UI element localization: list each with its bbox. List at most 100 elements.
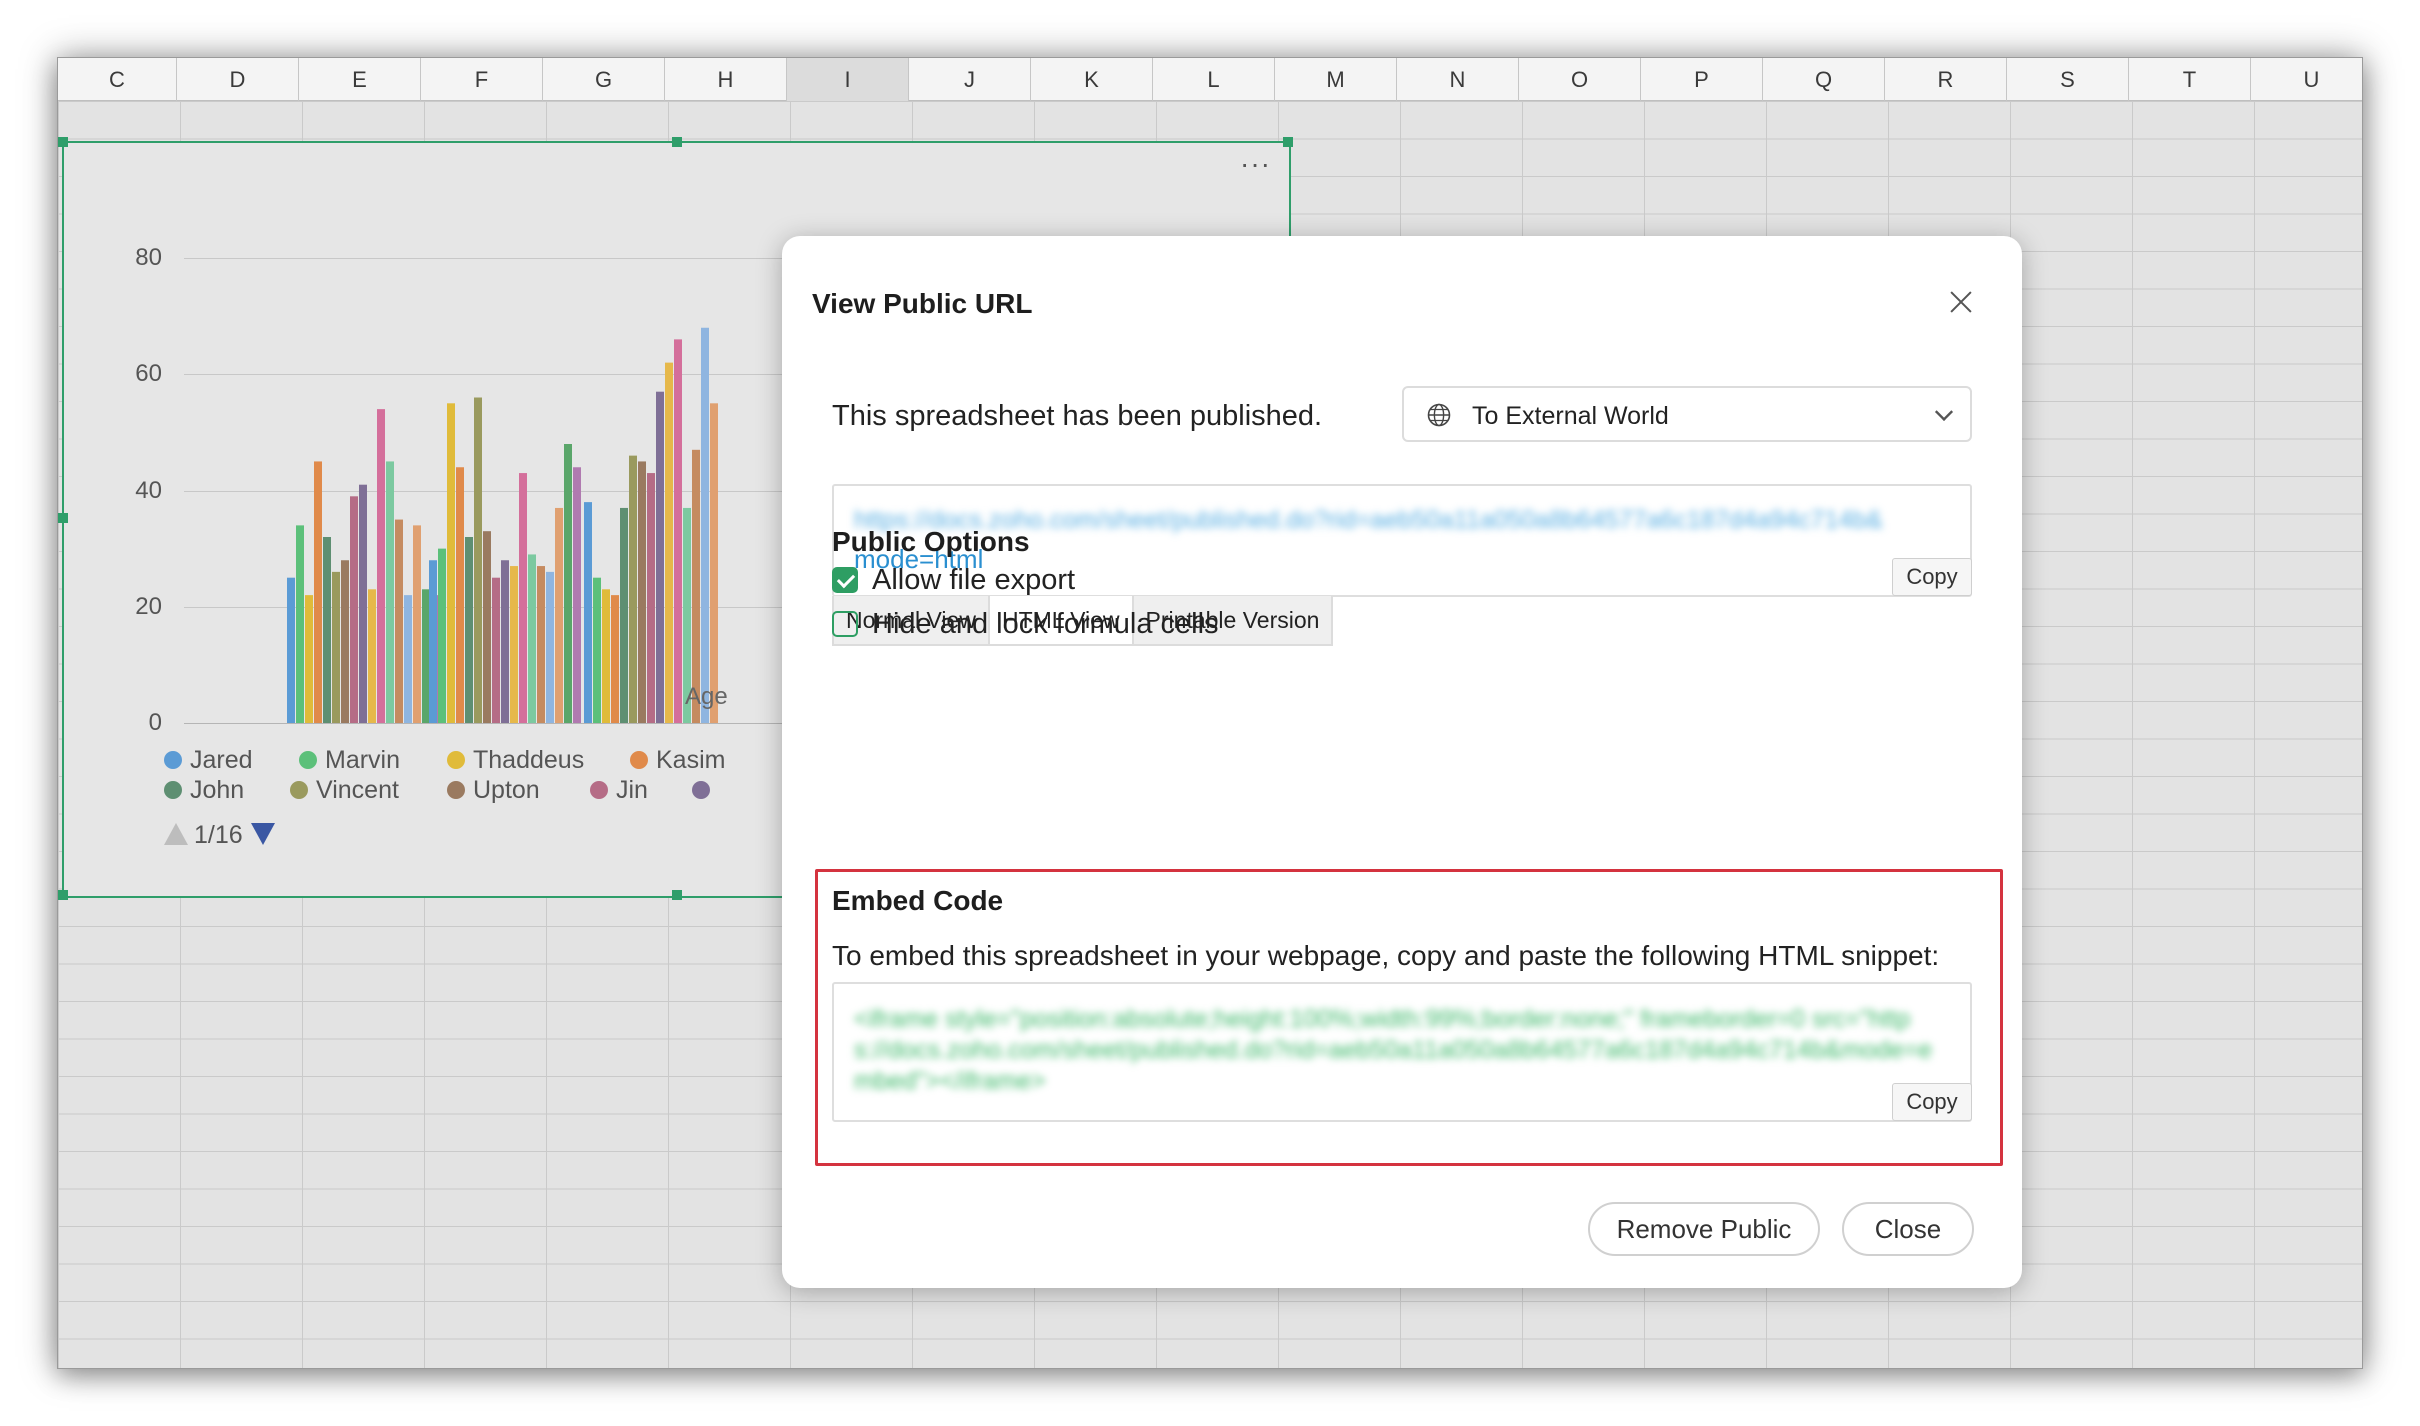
column-header-c[interactable]: C <box>58 58 177 101</box>
bar <box>305 595 313 723</box>
legend-label: Jared <box>190 746 253 774</box>
allow-export-checkbox[interactable] <box>832 567 858 593</box>
bar <box>510 566 518 723</box>
column-header-i[interactable]: I <box>787 58 909 101</box>
legend-label: Jin <box>616 776 648 804</box>
bar <box>386 461 394 723</box>
next-page-icon[interactable] <box>250 823 275 845</box>
bar <box>429 560 437 723</box>
legend-label: Thaddeus <box>473 746 585 774</box>
legend-swatch <box>630 751 648 769</box>
bar <box>584 502 592 723</box>
legend-label: Marvin <box>325 746 401 774</box>
allow-file-export-option[interactable]: Allow file export <box>832 562 1075 598</box>
bar <box>474 397 482 723</box>
hide-formula-label: Hide and lock formula cells <box>872 607 1219 640</box>
bar <box>296 525 304 723</box>
embed-code-blurred: <iframe style="position:absolute;height:… <box>854 1005 1933 1095</box>
close-icon[interactable] <box>1945 286 1977 318</box>
legend-item[interactable] <box>692 776 718 805</box>
hide-formula-option[interactable]: Hide and lock formula cells <box>832 606 1219 642</box>
pager-text: 1/16 <box>194 821 243 849</box>
bar <box>665 362 673 723</box>
published-status-text: This spreadsheet has been published. <box>832 400 1323 432</box>
copy-url-button[interactable]: Copy <box>1892 558 1972 596</box>
column-header-s[interactable]: S <box>2007 58 2129 101</box>
bar <box>377 409 385 723</box>
bar <box>647 473 655 723</box>
bar <box>341 560 349 723</box>
bar <box>501 560 509 723</box>
legend-item[interactable]: Upton <box>447 776 540 805</box>
bar <box>413 525 421 723</box>
bar <box>528 554 536 723</box>
bar <box>465 537 473 723</box>
bar <box>573 467 581 723</box>
column-header-u[interactable]: U <box>2251 58 2362 101</box>
bar <box>537 566 545 723</box>
bar <box>611 595 619 723</box>
previous-page-icon[interactable] <box>164 823 188 845</box>
legend-item[interactable]: Kasim <box>630 746 725 775</box>
column-header-k[interactable]: K <box>1031 58 1153 101</box>
bar <box>656 391 664 723</box>
bar <box>492 577 500 723</box>
embed-code-title: Embed Code <box>832 885 1004 916</box>
column-header-o[interactable]: O <box>1519 58 1641 101</box>
legend-swatch <box>164 751 182 769</box>
bar <box>564 444 572 723</box>
column-header-q[interactable]: Q <box>1763 58 1885 101</box>
column-header-j[interactable]: J <box>909 58 1031 101</box>
bar <box>395 519 403 723</box>
column-header-l[interactable]: L <box>1153 58 1275 101</box>
legend-item[interactable]: John <box>164 776 244 805</box>
legend-item[interactable]: Jared <box>164 746 253 775</box>
bar <box>602 589 610 723</box>
column-header-p[interactable]: P <box>1641 58 1763 101</box>
close-button[interactable]: Close <box>1842 1202 1974 1256</box>
legend-swatch <box>299 751 317 769</box>
copy-embed-button[interactable]: Copy <box>1892 1083 1972 1121</box>
legend-pager: 1/16 <box>164 821 275 850</box>
column-header-e[interactable]: E <box>299 58 421 101</box>
legend-item[interactable]: Vincent <box>290 776 399 805</box>
bar <box>546 571 554 723</box>
column-header-r[interactable]: R <box>1885 58 2007 101</box>
column-header-d[interactable]: D <box>177 58 299 101</box>
bar <box>701 327 709 723</box>
bar <box>314 461 322 723</box>
embed-description: To embed this spreadsheet in your webpag… <box>832 940 1940 971</box>
column-header-t[interactable]: T <box>2129 58 2251 101</box>
legend-item[interactable]: Jin <box>590 776 648 805</box>
column-header-f[interactable]: F <box>421 58 543 101</box>
visibility-dropdown[interactable]: To External World <box>1402 386 1972 442</box>
bar <box>287 577 295 723</box>
dialog-title: View Public URL <box>812 288 1033 319</box>
legend-swatch <box>692 781 710 799</box>
bar <box>438 548 446 723</box>
column-header-m[interactable]: M <box>1275 58 1397 101</box>
column-header-n[interactable]: N <box>1397 58 1519 101</box>
legend-swatch <box>164 781 182 799</box>
bar <box>593 577 601 723</box>
legend-item[interactable]: Marvin <box>299 746 400 775</box>
embed-code-field[interactable]: <iframe style="position:absolute;height:… <box>832 982 1972 1122</box>
legend-swatch <box>447 751 465 769</box>
bar <box>710 403 718 723</box>
legend-label: Kasim <box>656 746 726 774</box>
bar <box>519 473 527 723</box>
bar <box>332 571 340 723</box>
column-header-row: CDEFGHIJKLMNOPQRSTU <box>58 58 2362 101</box>
bar <box>447 403 455 723</box>
hide-formula-checkbox[interactable] <box>832 611 858 637</box>
column-header-g[interactable]: G <box>543 58 665 101</box>
legend-item[interactable]: Thaddeus <box>447 746 584 775</box>
legend-swatch <box>447 781 465 799</box>
column-header-h[interactable]: H <box>665 58 787 101</box>
bar <box>483 531 491 723</box>
x-axis-label: Age <box>685 683 728 710</box>
public-options-title: Public Options <box>832 526 1030 557</box>
remove-public-button[interactable]: Remove Public <box>1588 1202 1820 1256</box>
bar <box>350 496 358 723</box>
view-public-url-dialog: View Public URL This spreadsheet has bee… <box>782 236 2022 1288</box>
